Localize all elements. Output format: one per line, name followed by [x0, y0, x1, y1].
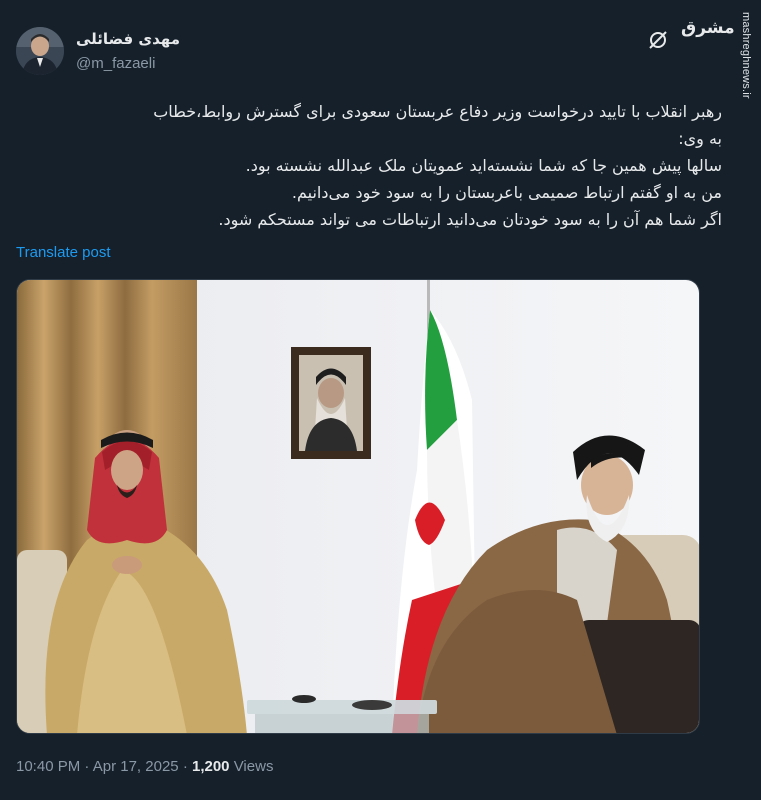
- author-handle[interactable]: @m_fazaeli: [76, 55, 155, 72]
- brand-logo: مشرق: [681, 18, 735, 38]
- post-line: به وی:: [678, 129, 722, 148]
- post-line: من به او گفتم ارتباط صمیمی باعربستان را …: [291, 183, 722, 202]
- post-meta: 10:40 PM · Apr 17, 2025 · 1,200 Views: [16, 758, 273, 775]
- post-line: رهبر انقلاب با تایید درخواست وزیر دفاع ع…: [153, 102, 722, 121]
- author-display-name[interactable]: مهدی فضائلی: [76, 30, 180, 48]
- meta-separator: ·: [182, 758, 188, 775]
- translate-post-link[interactable]: Translate post: [16, 244, 111, 261]
- post-date[interactable]: Apr 17, 2025: [93, 758, 179, 775]
- views-count[interactable]: 1,200: [192, 758, 230, 775]
- tweet: مهدی فضائلی @m_fazaeli مشرق mashreghnews…: [0, 0, 761, 800]
- watermark: mashreghnews.ir: [740, 12, 752, 99]
- post-line: سالها پیش همین جا که شما نشسته‌اید عمویت…: [245, 156, 722, 175]
- post-line: اگر شما هم آن را به سود خودتان می‌دانید …: [218, 210, 722, 229]
- meta-separator: ·: [84, 758, 90, 775]
- post-time[interactable]: 10:40 PM: [16, 758, 80, 775]
- post-text: رهبر انقلاب با تایید درخواست وزیر دفاع ع…: [14, 98, 722, 233]
- views-label: Views: [233, 758, 274, 775]
- slashed-circle-icon[interactable]: [647, 29, 669, 51]
- post-photo[interactable]: [16, 279, 700, 734]
- avatar[interactable]: [16, 27, 64, 75]
